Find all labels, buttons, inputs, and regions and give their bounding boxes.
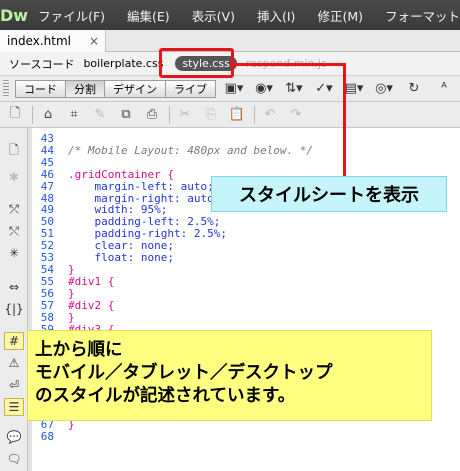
browse-icon[interactable]: ⌗ — [63, 105, 85, 125]
menu-format[interactable]: フォーマット(O — [385, 6, 460, 25]
layout-order-callout: 上から順に モバイル／タブレット／デスクトップ のスタイルが記述されています。 — [27, 330, 432, 421]
print-icon[interactable]: ⎙ — [141, 105, 163, 125]
line-number: 68 — [40, 429, 54, 443]
callout-connector-horizontal — [230, 63, 346, 66]
line-number: 56 — [40, 286, 54, 300]
separator — [32, 105, 33, 124]
menu-bar: Dw ファイル(F) 編集(E) 表示(V) 挿入(I) 修正(M) フォーマッ… — [0, 0, 460, 30]
open-documents-icon[interactable]: ⌂ — [37, 105, 59, 125]
copy-icon[interactable]: ⎘ — [200, 105, 222, 125]
menu-edit[interactable]: 編集(E) — [127, 6, 170, 25]
separator — [169, 105, 170, 124]
code-view-button[interactable]: コード — [15, 79, 66, 98]
close-icon[interactable]: × — [89, 34, 99, 48]
paste-icon[interactable]: 📋 — [226, 105, 248, 125]
callout-connector-vertical — [343, 64, 346, 176]
highlight-invalid-code-icon[interactable]: ⚠ — [4, 354, 24, 372]
visual-aids-icon[interactable]: ▤▾ — [343, 80, 365, 98]
coding-toolbar: 🗋 ✱ ⤱ ⤲ ✳ ⇔ {|} # ⚠ ⏎ ☰ 💬 🗨 — [0, 128, 28, 471]
tab-label: index.html — [7, 34, 71, 48]
multiscreen-icon[interactable]: ▣▾ — [223, 80, 245, 98]
new-file-icon[interactable]: 🗋 — [4, 105, 26, 125]
tab-index-html[interactable]: index.html × — [0, 30, 106, 52]
toolbar-grip-icon[interactable] — [3, 79, 9, 98]
undo-icon[interactable]: ↶ — [259, 105, 281, 125]
line-number: 58 — [40, 310, 54, 324]
menu-modify[interactable]: 修正(M) — [317, 6, 363, 25]
apply-comment-icon[interactable]: 💬 — [4, 428, 24, 446]
menu-file[interactable]: ファイル(F) — [38, 6, 105, 25]
word-wrap-icon[interactable]: ⏎ — [4, 376, 24, 394]
collapse-selection-icon[interactable]: ⤲ — [4, 222, 24, 240]
code-line: /* Mobile Layout: 480px and below. */ — [68, 143, 314, 157]
line-number: 47 — [40, 179, 54, 193]
separator — [254, 105, 255, 124]
dreamweaver-logo: Dw — [0, 5, 29, 25]
line-numbers-icon[interactable]: # — [4, 332, 24, 350]
show-code-navigator-icon[interactable]: ✱ — [4, 168, 24, 186]
syntax-error-alerts-icon[interactable]: ☰ — [4, 398, 24, 416]
code-line: #div1 { — [68, 274, 115, 288]
stylesheet-callout: スタイルシートを表示 — [211, 176, 447, 212]
live-view-button[interactable]: ライブ — [165, 79, 216, 98]
code-line: } — [68, 286, 75, 300]
redo-icon[interactable]: ↷ — [285, 105, 307, 125]
title-icon: ᴬ — [441, 81, 447, 96]
split-view-button[interactable]: 分割 — [65, 79, 105, 98]
menu-view[interactable]: 表示(V) — [192, 6, 235, 25]
highlight-box-style-css — [159, 48, 234, 78]
callout-line-3: のスタイルが記述されています。 — [35, 386, 296, 406]
menu-insert[interactable]: 挿入(I) — [257, 6, 295, 25]
balance-braces-icon[interactable]: {|} — [4, 300, 24, 318]
related-file-source-code[interactable]: ソースコード — [9, 56, 74, 72]
refresh-icon[interactable]: ↻ — [403, 80, 425, 98]
select-parent-tag-icon[interactable]: ⇔ — [4, 278, 24, 296]
line-number: 57 — [40, 298, 54, 312]
cut-icon[interactable]: ✂ — [174, 105, 196, 125]
check-page-icon[interactable]: ✓▾ — [313, 80, 335, 98]
file-management-icon[interactable]: ⇅▾ — [283, 80, 305, 98]
duplicate-icon[interactable]: ⧉ — [115, 105, 137, 125]
expand-all-icon[interactable]: ✳ — [4, 244, 24, 262]
remove-comment-icon[interactable]: 🗨 — [4, 450, 24, 468]
code-toolbar: 🗋 ⌂ ⌗ ✎ ⧉ ⎙ ✂ ⎘ 📋 ↶ ↷ — [0, 102, 460, 128]
open-documents-sidebar-icon[interactable]: 🗋 — [4, 142, 24, 160]
code-line: float: none; — [68, 251, 174, 265]
collapse-full-tag-icon[interactable]: ⤱ — [4, 200, 24, 218]
design-view-button[interactable]: デザイン — [104, 79, 166, 98]
collapse-icon[interactable]: ✎ — [89, 105, 111, 125]
line-number: 55 — [40, 274, 54, 288]
inspect-icon[interactable]: ◎▾ — [373, 80, 395, 98]
browser-preview-icon[interactable]: ◉▾ — [253, 80, 275, 98]
callout-line-1: 上から順に — [35, 340, 123, 360]
line-number: 46 — [40, 167, 54, 181]
code-line: } — [68, 310, 75, 324]
code-line: #div2 { — [68, 298, 115, 312]
related-file-boilerplate-css[interactable]: boilerplate.css — [83, 57, 163, 70]
callout-line-2: モバイル／タブレット／デスクトップ — [35, 363, 333, 383]
line-number: 45 — [40, 155, 54, 169]
view-toolbar: コード 分割 デザイン ライブ ▣▾ ◉▾ ⇅▾ ✓▾ ▤▾ ◎▾ ↻ ᴬ — [0, 76, 460, 102]
